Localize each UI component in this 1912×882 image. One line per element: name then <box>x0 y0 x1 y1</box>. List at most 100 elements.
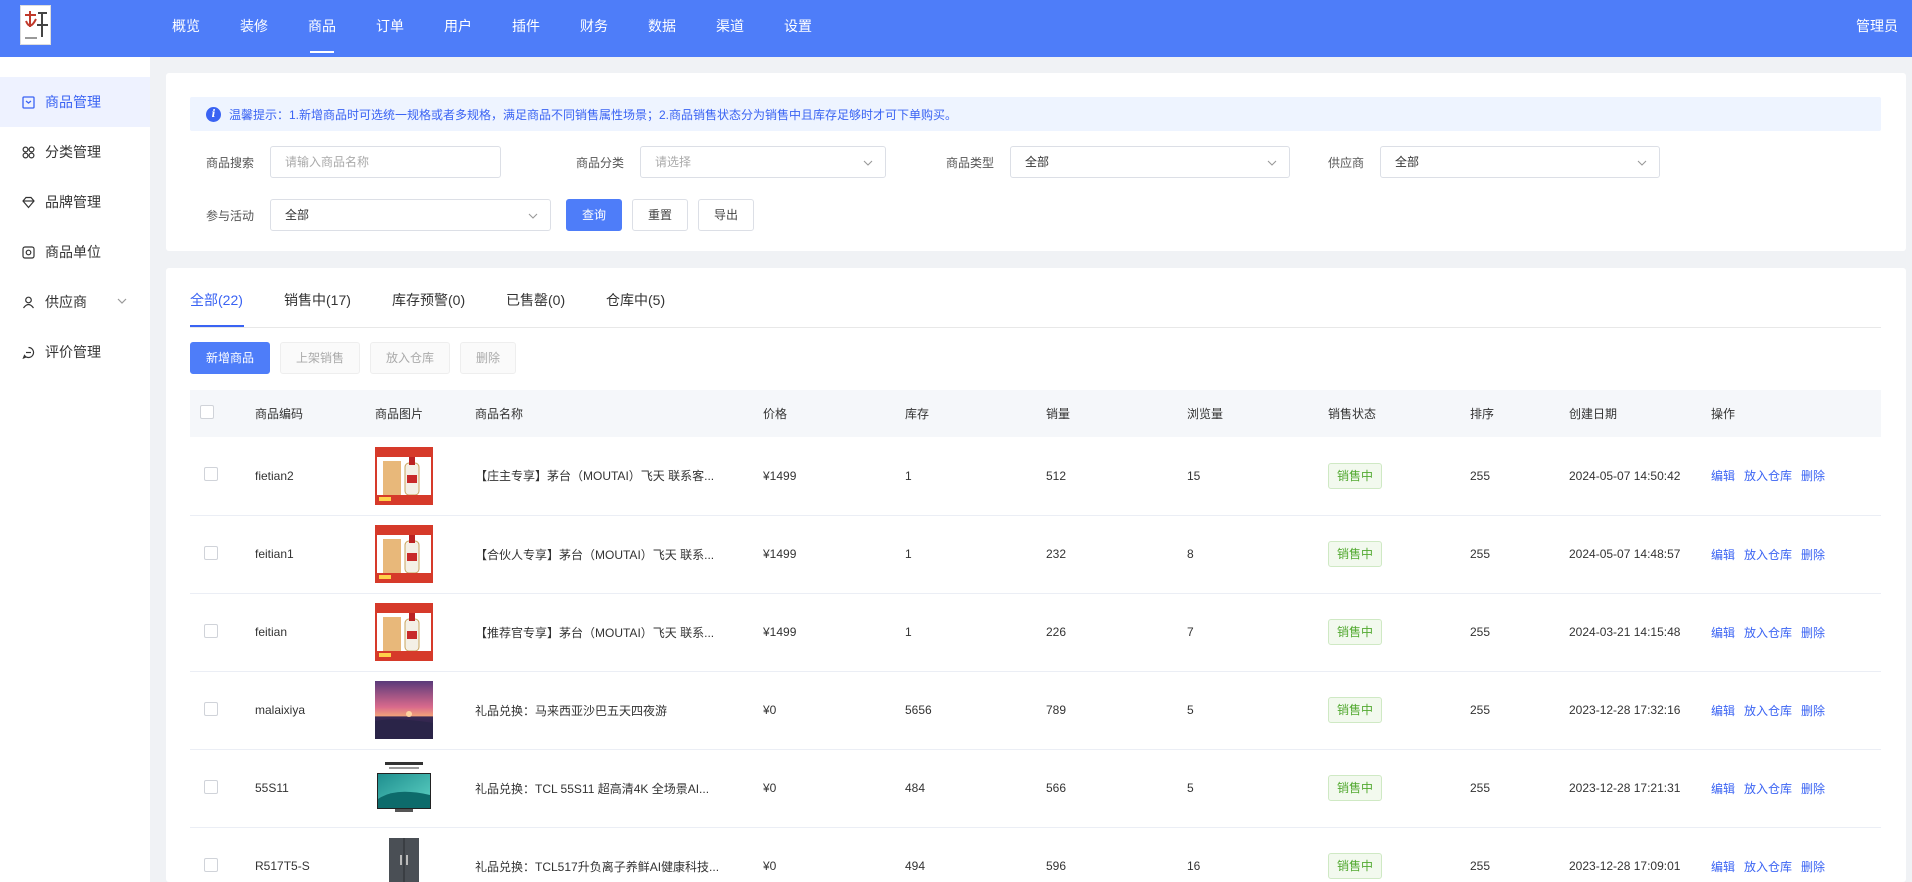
product-code: R517T5-S <box>255 827 375 882</box>
product-image-cell[interactable] <box>375 749 475 828</box>
chevron-down-icon[interactable] <box>116 295 128 307</box>
chevron-down-icon <box>1637 160 1647 166</box>
delete-link[interactable]: 删除 <box>1801 782 1825 796</box>
nav-overview[interactable]: 概览 <box>152 0 220 57</box>
bulk-delete-button[interactable]: 删除 <box>460 342 516 374</box>
col-created: 创建日期 <box>1569 390 1711 437</box>
nav-users[interactable]: 用户 <box>424 0 492 57</box>
product-image-cell[interactable] <box>375 515 475 594</box>
col-sort: 排序 <box>1470 390 1569 437</box>
product-views: 16 <box>1187 827 1328 882</box>
tab-all[interactable]: 全部(22) <box>190 290 243 310</box>
edit-link[interactable]: 编辑 <box>1711 469 1735 483</box>
product-sort: 255 <box>1470 827 1569 882</box>
supplier-select[interactable]: 全部 <box>1380 146 1660 178</box>
nav-orders[interactable]: 订单 <box>356 0 424 57</box>
product-image-cell[interactable] <box>375 671 475 750</box>
row-checkbox[interactable] <box>204 467 218 482</box>
move-to-warehouse-link[interactable]: 放入仓库 <box>1744 548 1792 562</box>
status-badge: 销售中 <box>1328 697 1383 723</box>
product-code: feitian <box>255 593 375 672</box>
product-image-cell[interactable] <box>375 437 475 516</box>
product-sales: 596 <box>1046 827 1187 882</box>
chevron-down-icon <box>528 213 538 219</box>
product-price: ¥1499 <box>763 437 905 516</box>
nav-finance[interactable]: 财务 <box>560 0 628 57</box>
tab-sold-out[interactable]: 已售罄(0) <box>506 290 565 310</box>
move-to-warehouse-link[interactable]: 放入仓库 <box>1744 626 1792 640</box>
delete-link[interactable]: 删除 <box>1801 704 1825 718</box>
product-name[interactable]: 礼品兑换：TCL517升负离子养鲜AI健康科技... <box>475 858 720 875</box>
product-sort: 255 <box>1470 593 1569 672</box>
product-name[interactable]: 【推荐官专享】茅台（MOUTAI）飞天 联系... <box>475 624 720 641</box>
nav-settings[interactable]: 设置 <box>764 0 832 57</box>
row-checkbox[interactable] <box>204 857 218 872</box>
row-checkbox[interactable] <box>204 545 218 560</box>
edit-link[interactable]: 编辑 <box>1711 782 1735 796</box>
tab-in-warehouse[interactable]: 仓库中(5) <box>606 290 665 310</box>
type-select[interactable]: 全部 <box>1010 146 1290 178</box>
category-select[interactable]: 请选择 <box>640 146 886 178</box>
sidebar-item-review-management[interactable]: 评价管理 <box>0 327 150 377</box>
product-views: 15 <box>1187 437 1328 516</box>
select-all-checkbox[interactable] <box>200 405 214 419</box>
tab-stock-warning[interactable]: 库存预警(0) <box>392 290 465 310</box>
row-checkbox[interactable] <box>204 701 218 716</box>
nav-data[interactable]: 数据 <box>628 0 696 57</box>
nav-channels[interactable]: 渠道 <box>696 0 764 57</box>
product-created: 2024-03-21 14:15:48 <box>1569 593 1711 672</box>
product-created: 2024-05-07 14:50:42 <box>1569 437 1711 516</box>
nav-decoration[interactable]: 装修 <box>220 0 288 57</box>
sidebar-item-suppliers[interactable]: 供应商 <box>0 277 150 327</box>
top-bar: 概览 装修 商品 订单 用户 插件 财务 数据 渠道 设置 管理员 <box>0 0 1912 57</box>
product-sort: 255 <box>1470 515 1569 594</box>
product-name[interactable]: 【合伙人专享】茅台（MOUTAI）飞天 联系... <box>475 546 720 563</box>
row-checkbox[interactable] <box>204 779 218 794</box>
edit-link[interactable]: 编辑 <box>1711 626 1735 640</box>
activity-select[interactable]: 全部 <box>270 199 551 231</box>
product-thumbnail <box>375 446 433 505</box>
delete-link[interactable]: 删除 <box>1801 548 1825 562</box>
product-sales: 566 <box>1046 749 1187 828</box>
nav-products[interactable]: 商品 <box>288 0 356 57</box>
top-nav: 概览 装修 商品 订单 用户 插件 财务 数据 渠道 设置 <box>152 0 832 57</box>
logo[interactable] <box>20 5 51 45</box>
product-stock: 1 <box>905 593 1046 672</box>
edit-link[interactable]: 编辑 <box>1711 860 1735 874</box>
move-to-warehouse-link[interactable]: 放入仓库 <box>1744 860 1792 874</box>
move-to-warehouse-link[interactable]: 放入仓库 <box>1744 469 1792 483</box>
status-badge: 销售中 <box>1328 541 1383 567</box>
product-name[interactable]: 【庄主专享】茅台（MOUTAI）飞天 联系客... <box>475 467 720 484</box>
move-to-warehouse-link[interactable]: 放入仓库 <box>1744 704 1792 718</box>
admin-user-menu[interactable]: 管理员 <box>1856 0 1898 52</box>
delete-link[interactable]: 删除 <box>1801 860 1825 874</box>
reset-button[interactable]: 重置 <box>632 199 688 231</box>
table-row: feitian1 【合伙人专享】茅台（MOUTAI）飞天 联系... ¥1499 1 2… <box>190 515 1881 594</box>
sidebar-item-brand-management[interactable]: 品牌管理 <box>0 177 150 227</box>
query-button[interactable]: 查询 <box>566 199 622 231</box>
sidebar-item-product-units[interactable]: 商品单位 <box>0 227 150 277</box>
product-price: ¥1499 <box>763 593 905 672</box>
sidebar-item-product-management[interactable]: 商品管理 <box>0 77 150 127</box>
tab-on-sale[interactable]: 销售中(17) <box>284 290 351 310</box>
edit-link[interactable]: 编辑 <box>1711 548 1735 562</box>
nav-plugins[interactable]: 插件 <box>492 0 560 57</box>
product-name[interactable]: 礼品兑换：TCL 55S11 超高清4K 全场景AI... <box>475 780 720 797</box>
product-name[interactable]: 礼品兑换：马来西亚沙巴五天四夜游 <box>475 702 720 719</box>
delete-link[interactable]: 删除 <box>1801 469 1825 483</box>
row-checkbox[interactable] <box>204 623 218 638</box>
export-button[interactable]: 导出 <box>698 199 754 231</box>
delete-link[interactable]: 删除 <box>1801 626 1825 640</box>
move-to-warehouse-button[interactable]: 放入仓库 <box>370 342 450 374</box>
sidebar-item-category-management[interactable]: 分类管理 <box>0 127 150 177</box>
product-image-cell[interactable] <box>375 593 475 672</box>
add-product-button[interactable]: 新增商品 <box>190 342 270 374</box>
product-image-cell[interactable] <box>375 827 475 882</box>
edit-link[interactable]: 编辑 <box>1711 704 1735 718</box>
search-input[interactable]: 请输入商品名称 <box>270 146 501 178</box>
type-label: 商品类型 <box>946 156 995 170</box>
move-to-warehouse-link[interactable]: 放入仓库 <box>1744 782 1792 796</box>
sidebar-item-label: 分类管理 <box>45 144 101 160</box>
col-code: 商品编码 <box>255 390 375 437</box>
put-on-sale-button[interactable]: 上架销售 <box>280 342 360 374</box>
